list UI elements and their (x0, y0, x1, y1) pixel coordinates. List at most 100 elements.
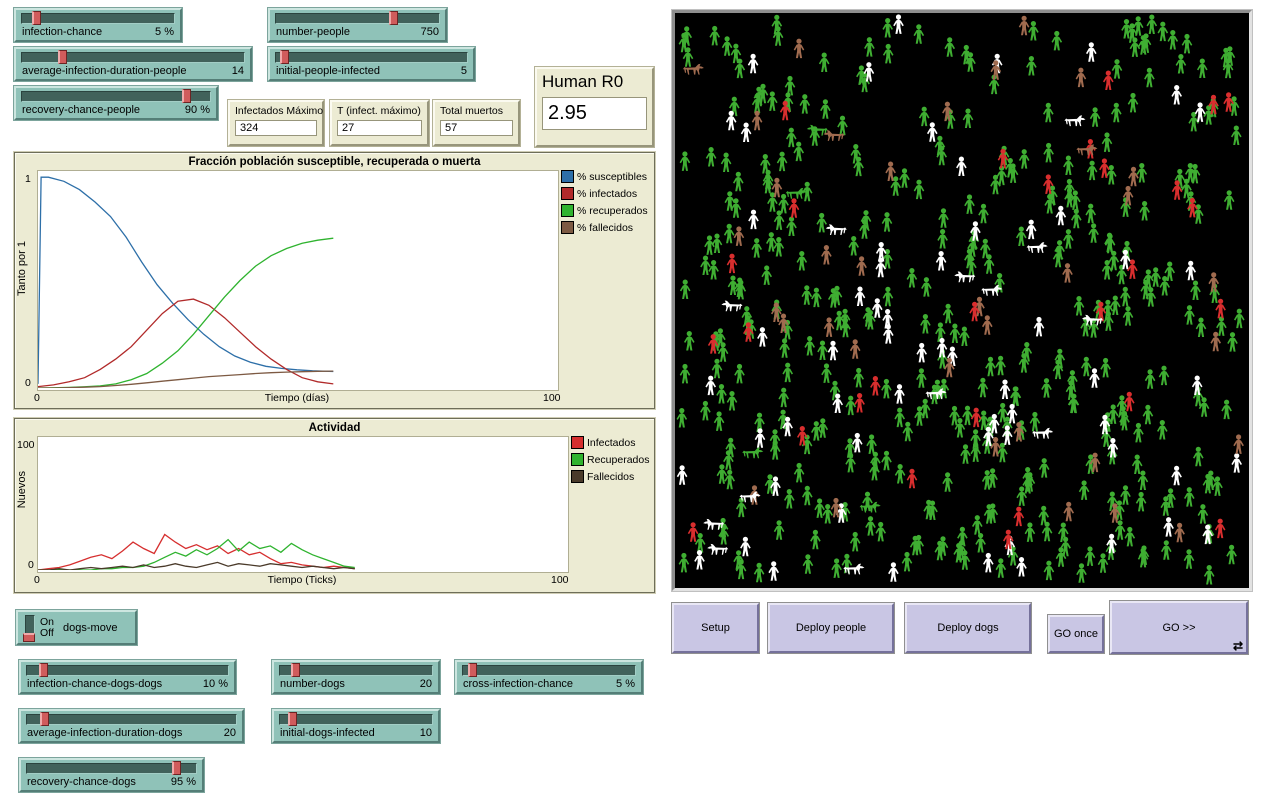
deploy-people-button[interactable]: Deploy people (768, 603, 894, 653)
recovered-dog (742, 447, 763, 458)
recovered-person (1112, 59, 1123, 79)
recovered-person (845, 396, 856, 416)
slider-cross-infection-chance[interactable]: cross-infection-chance5 % (455, 660, 643, 694)
slider-track[interactable] (279, 714, 433, 725)
recovered-person (722, 36, 733, 56)
recovered-person (848, 236, 859, 256)
slider-handle[interactable] (32, 11, 41, 25)
recovered-person (721, 153, 732, 173)
slider-handle[interactable] (468, 663, 477, 677)
switch-track[interactable] (25, 615, 35, 641)
button-label: Setup (701, 622, 730, 634)
slider-handle[interactable] (39, 663, 48, 677)
slider-track[interactable] (21, 52, 245, 63)
susceptible-person (1056, 206, 1067, 226)
recovered-person (1176, 54, 1187, 74)
recovered-person (937, 229, 948, 249)
slider-handle[interactable] (389, 11, 398, 25)
recovered-person (985, 357, 996, 377)
recovered-person (779, 338, 790, 358)
slider-infection-chance-dogs-dogs[interactable]: infection-chance-dogs-dogs10 % (19, 660, 236, 694)
susceptible-person (1016, 557, 1027, 577)
recovered-person (963, 109, 974, 129)
recovered-person (1145, 369, 1156, 389)
legend-item: Infectados (571, 436, 649, 449)
dead-person (771, 303, 782, 323)
recovered-person (1120, 287, 1131, 307)
recovered-person (899, 168, 910, 188)
slider-handle[interactable] (40, 712, 49, 726)
legend-swatch (561, 187, 574, 200)
slider-track[interactable] (21, 91, 211, 102)
recovered-person (680, 280, 691, 300)
y-axis-label: Nuevos (16, 471, 28, 508)
slider-average-infection-duration-people[interactable]: average-infection-duration-people14 (14, 47, 252, 81)
susceptible-person (741, 123, 752, 143)
slider-initial-dogs-infected[interactable]: initial-dogs-infected10 (272, 709, 440, 743)
go-once-button[interactable]: GO once (1048, 615, 1104, 653)
slider-track[interactable] (275, 13, 440, 24)
recovered-person (821, 363, 832, 383)
susceptible-person (1002, 425, 1013, 445)
slider-track[interactable] (26, 665, 229, 676)
infected-person (1215, 519, 1226, 539)
infected-person (789, 198, 800, 218)
recovered-person (773, 26, 784, 46)
recovered-person (1147, 15, 1158, 35)
recovered-person (907, 268, 918, 288)
recovered-person (920, 314, 931, 334)
recovered-person (1221, 400, 1232, 420)
slider-recovery-chance-dogs[interactable]: recovery-chance-dogs95 % (19, 758, 204, 792)
slider-track[interactable] (279, 665, 433, 676)
recovered-person (1120, 485, 1131, 505)
legend-swatch (571, 470, 584, 483)
susceptible-person (894, 384, 905, 404)
recovered-person (1111, 103, 1122, 123)
slider-handle[interactable] (182, 89, 191, 103)
slider-handle[interactable] (291, 663, 300, 677)
legend-label: % infectados (577, 188, 637, 200)
slider-handle[interactable] (288, 712, 297, 726)
recovered-person (1224, 190, 1235, 210)
recovered-person (700, 401, 711, 421)
slider-average-infection-duration-dogs[interactable]: average-infection-duration-dogs20 (19, 709, 244, 743)
recovered-person (869, 461, 880, 481)
recovered-person (774, 237, 785, 257)
recovered-person (894, 408, 905, 428)
slider-handle[interactable] (172, 761, 181, 775)
slider-initial-people-infected[interactable]: initial-people-infected5 (268, 47, 475, 81)
recovered-person (793, 142, 804, 162)
slider-track[interactable] (462, 665, 636, 676)
setup-button[interactable]: Setup (672, 603, 759, 653)
slider-handle[interactable] (280, 50, 289, 64)
susceptible-person (875, 258, 886, 278)
slider-track[interactable] (26, 714, 237, 725)
recovered-person (1085, 204, 1096, 224)
slider-recovery-chance-people[interactable]: recovery-chance-people90 % (14, 86, 218, 120)
recovered-person (1125, 527, 1136, 547)
slider-number-dogs[interactable]: number-dogs20 (272, 660, 440, 694)
recovered-person (943, 304, 954, 324)
susceptible-person (1231, 453, 1242, 473)
slider-track[interactable] (275, 52, 468, 63)
recovered-person (1025, 522, 1036, 542)
slider-number-people[interactable]: number-people750 (268, 8, 447, 42)
slider-track[interactable] (26, 763, 197, 774)
switch-handle[interactable] (23, 633, 35, 642)
switch-dogs-move[interactable]: On Off dogs-move (16, 610, 137, 645)
slider-value: 750 (421, 26, 439, 38)
legend-swatch (571, 453, 584, 466)
slider-infection-chance[interactable]: infection-chance5 % (14, 8, 182, 42)
slider-track[interactable] (21, 13, 175, 24)
legend-label: % susceptibles (577, 171, 647, 183)
recovered-person (1226, 545, 1237, 565)
slider-handle[interactable] (58, 50, 67, 64)
button-label: GO >> (1162, 622, 1195, 634)
go-forever-button[interactable]: GO >> ⇄ (1110, 601, 1248, 654)
deploy-dogs-button[interactable]: Deploy dogs (905, 603, 1031, 653)
recovered-person (1100, 358, 1111, 378)
recovered-person (914, 24, 925, 44)
recovered-person (786, 128, 797, 148)
world-view[interactable] (672, 10, 1252, 591)
button-label: GO once (1054, 628, 1098, 640)
